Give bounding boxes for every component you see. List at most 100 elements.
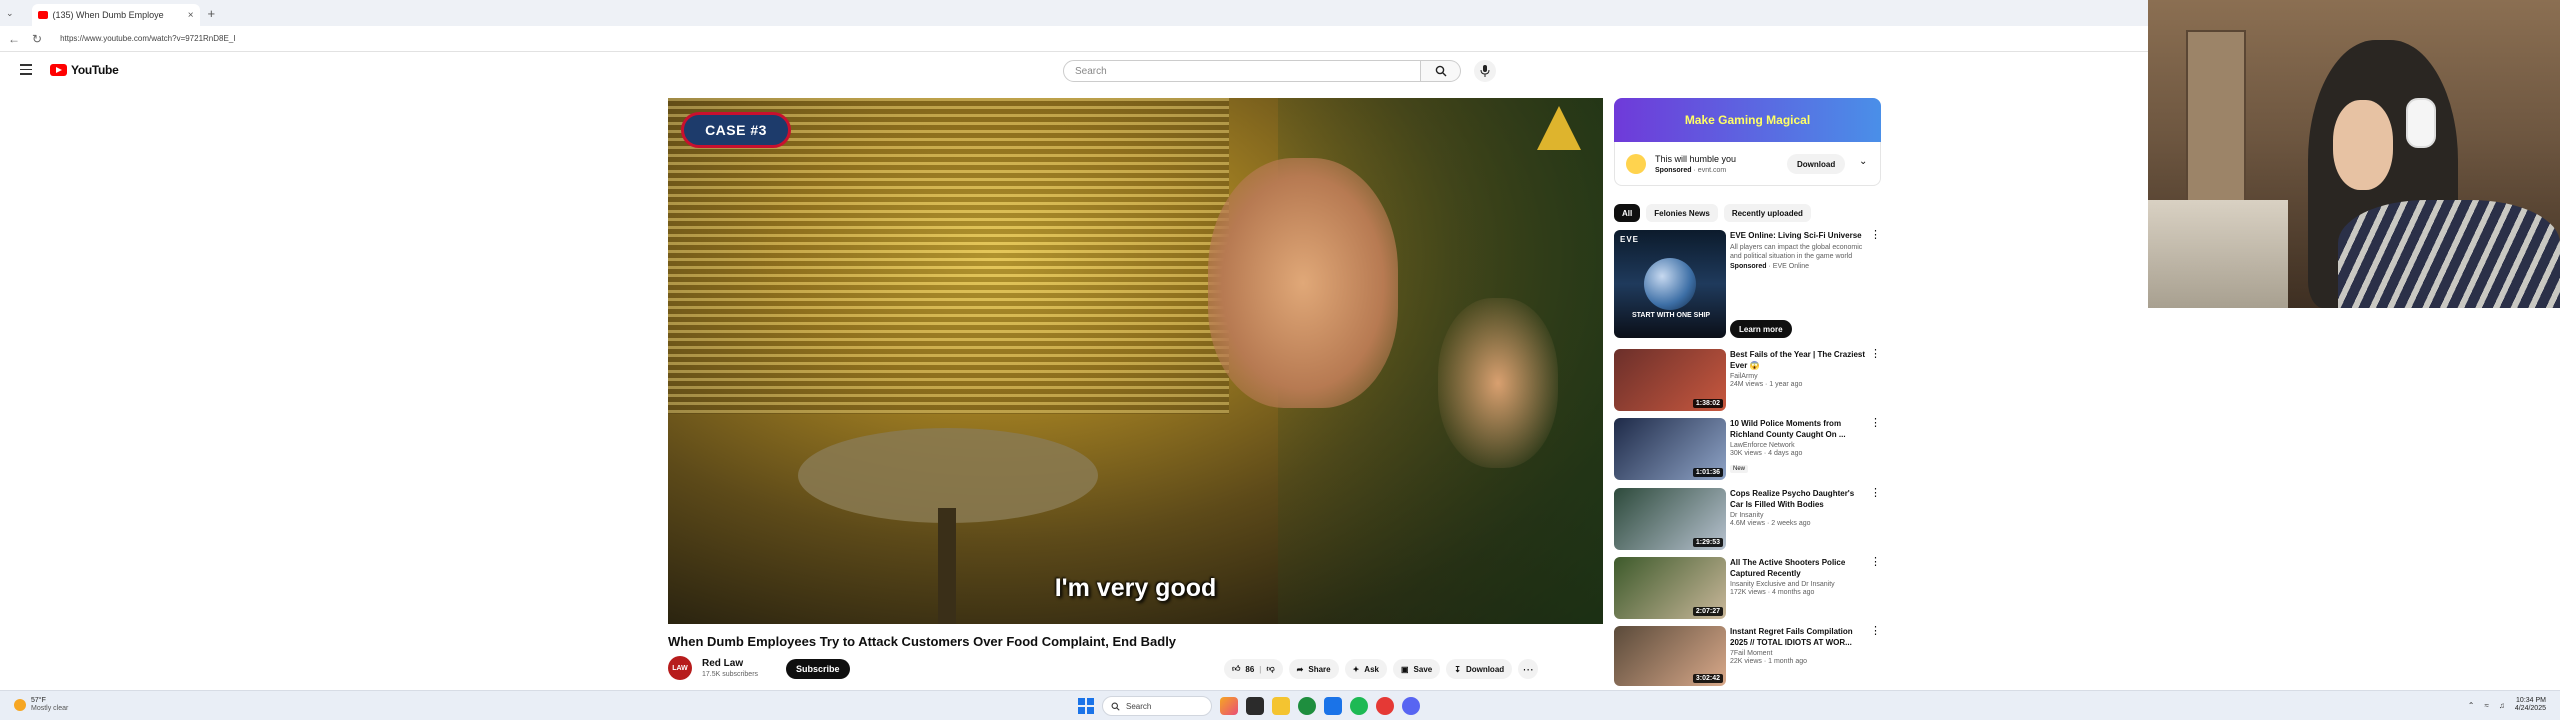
ad-domain: evnt.com	[1697, 167, 1727, 174]
kebab-menu-icon[interactable]: ⋮	[1870, 557, 1881, 568]
channel-name[interactable]: Red Law	[702, 658, 758, 669]
file-explorer-icon[interactable]	[1272, 697, 1290, 715]
new-tab-button[interactable]: +	[208, 6, 216, 21]
subscribe-button[interactable]: Subscribe	[786, 659, 850, 679]
widgets-app-icon[interactable]	[1220, 697, 1238, 715]
like-button[interactable]: 👍︎ 86 | 👎︎	[1224, 659, 1283, 679]
ad-download-button[interactable]: Download	[1787, 154, 1846, 174]
new-badge: New	[1730, 465, 1749, 473]
ad-title: This will humble you	[1655, 154, 1737, 164]
url-field[interactable]: https://www.youtube.com/watch?v=9721RnD8…	[60, 34, 235, 43]
kebab-menu-icon[interactable]: ⋮	[1870, 349, 1881, 360]
kebab-menu-icon[interactable]: ⋮	[1870, 488, 1881, 499]
promo-thumbnail[interactable]: EVE START WITH ONE SHIP	[1614, 230, 1726, 338]
recommendation-channel[interactable]: Insanity Exclusive and Dr Insanity	[1730, 581, 1868, 588]
filter-chips: All Felonies News Recently uploaded	[1614, 204, 1811, 222]
chevron-up-icon[interactable]: ⌃	[2468, 701, 2475, 710]
recommendation-item[interactable]: 1:38:02 Best Fails of the Year | The Cra…	[1614, 349, 1881, 413]
chip-felonies-news[interactable]: Felonies News	[1646, 204, 1718, 222]
youtube-logo[interactable]: YouTube	[50, 63, 119, 77]
recommendation-title[interactable]: Best Fails of the Year | The Craziest Ev…	[1730, 349, 1868, 371]
recommendation-title[interactable]: 10 Wild Police Moments from Richland Cou…	[1730, 418, 1868, 440]
browser-tab-bar: ⌄ (135) When Dumb Employe × +	[0, 0, 2148, 26]
video-thumbnail[interactable]: 3:02:42	[1614, 626, 1726, 686]
task-view-icon[interactable]	[1246, 697, 1264, 715]
video-thumbnail[interactable]: 1:01:36	[1614, 418, 1726, 480]
recommendation-title[interactable]: All The Active Shooters Police Captured …	[1730, 557, 1868, 579]
wifi-icon[interactable]: ≈	[2484, 701, 2488, 710]
dislike-button[interactable]: 👎︎	[1267, 664, 1275, 674]
weather-widget[interactable]: 57°F Mostly clear	[14, 697, 68, 713]
video-thumbnail[interactable]: 1:29:53	[1614, 488, 1726, 550]
promo-sponsored-label: Sponsored	[1730, 263, 1767, 270]
recommendation-channel[interactable]: FailArmy	[1730, 373, 1868, 380]
chip-all[interactable]: All	[1614, 204, 1641, 222]
promo-sponsor-line: Sponsored · EVE Online	[1730, 263, 1809, 270]
like-divider: |	[1259, 664, 1262, 674]
ad-card[interactable]: This will humble you Sponsored · evnt.co…	[1614, 142, 1881, 186]
video-frame-hand-secondary	[1438, 298, 1558, 468]
video-thumbnail[interactable]: 2:07:27	[1614, 557, 1726, 619]
subscriber-count: 17.5K subscribers	[702, 671, 759, 678]
video-duration: 1:29:53	[1692, 538, 1723, 547]
kebab-menu-icon[interactable]: ⋮	[1870, 626, 1881, 637]
recommendation-meta: 24M views · 1 year ago	[1730, 381, 1803, 388]
promoted-video[interactable]: EVE START WITH ONE SHIP EVE Online: Livi…	[1614, 230, 1881, 342]
chip-recently-uploaded[interactable]: Recently uploaded	[1723, 204, 1811, 222]
taskbar-search-label: Search	[1126, 701, 1152, 711]
channel-owner: LAW Red Law 17.5K subscribers	[668, 656, 758, 680]
voice-search-button[interactable]	[1474, 60, 1496, 82]
more-actions-button[interactable]: ⋯	[1518, 659, 1539, 679]
playlist-save-icon: ▣	[1400, 664, 1409, 674]
search-input[interactable]: Search	[1063, 60, 1421, 82]
taskbar-search[interactable]: Search	[1102, 696, 1212, 716]
windows-start-icon[interactable]	[1078, 698, 1094, 714]
download-button[interactable]: ↧ Download	[1446, 659, 1513, 679]
sparkle-icon: ✦	[1352, 664, 1360, 674]
kebab-menu-icon[interactable]: ⋮	[1870, 418, 1881, 429]
case-number-badge: CASE #3	[681, 112, 791, 148]
kebab-menu-icon[interactable]: ⋮	[1870, 230, 1881, 241]
recommendation-channel[interactable]: LawEnforce Network	[1730, 442, 1868, 449]
video-player[interactable]: CASE #3 I'm very good	[668, 98, 1603, 624]
reload-icon[interactable]: ↻	[32, 32, 42, 46]
browser-tab-active[interactable]: (135) When Dumb Employe ×	[31, 4, 200, 26]
thumbs-up-icon: 👍︎	[1232, 664, 1241, 673]
learn-more-button[interactable]: Learn more	[1730, 320, 1792, 338]
promo-thumb-logo: EVE	[1620, 235, 1640, 244]
recommendation-title[interactable]: Instant Regret Fails Compilation 2025 //…	[1730, 626, 1868, 648]
chevron-down-icon[interactable]: ⌄	[1859, 156, 1867, 167]
download-label: Download	[1465, 664, 1505, 674]
search-button[interactable]	[1421, 60, 1461, 82]
microphone-icon	[1480, 65, 1490, 77]
system-clock[interactable]: 10:34 PM 4/24/2025	[2515, 697, 2546, 713]
speaker-icon[interactable]: ♫	[2499, 701, 2505, 710]
recommendation-item[interactable]: 2:07:27 All The Active Shooters Police C…	[1614, 557, 1881, 621]
ad-banner[interactable]: Make Gaming Magical	[1614, 98, 1881, 142]
video-thumbnail[interactable]: 1:38:02	[1614, 349, 1726, 411]
address-bar: ← ↻ https://www.youtube.com/watch?v=9721…	[0, 26, 2148, 52]
recommendation-title[interactable]: Cops Realize Psycho Daughter's Car Is Fi…	[1730, 488, 1868, 510]
recommendation-item[interactable]: 1:01:36 10 Wild Police Moments from Rich…	[1614, 418, 1881, 482]
share-button[interactable]: ➦ Share	[1288, 659, 1339, 679]
ad-sponsor-line: Sponsored · evnt.com	[1655, 167, 1727, 174]
channel-avatar[interactable]: LAW	[668, 656, 692, 680]
promo-title[interactable]: EVE Online: Living Sci-Fi Universe	[1730, 230, 1868, 241]
save-button[interactable]: ▣ Save	[1392, 659, 1441, 679]
windows-taskbar: 57°F Mostly clear Search ⌃ ≈ ♫ 10:34 PM …	[0, 690, 2560, 720]
store-app-icon[interactable]	[1324, 697, 1342, 715]
hamburger-menu-icon[interactable]	[20, 64, 32, 76]
chrome-browser-icon[interactable]	[1298, 697, 1316, 715]
tab-close-button[interactable]: ×	[188, 10, 194, 21]
recording-app-icon[interactable]	[1376, 697, 1394, 715]
tab-list-dropdown[interactable]: ⌄	[6, 8, 14, 19]
recommendation-channel[interactable]: 7Fail Moment	[1730, 650, 1868, 657]
back-arrow-icon[interactable]: ←	[8, 32, 20, 46]
ask-button[interactable]: ✦ Ask	[1344, 659, 1387, 679]
recommendation-item[interactable]: 1:29:53 Cops Realize Psycho Daughter's C…	[1614, 488, 1881, 552]
spotify-icon[interactable]	[1350, 697, 1368, 715]
system-tray: ⌃ ≈ ♫ 10:34 PM 4/24/2025	[2468, 697, 2546, 713]
discord-icon[interactable]	[1402, 697, 1420, 715]
recommendation-item[interactable]: 3:02:42 Instant Regret Fails Compilation…	[1614, 626, 1881, 688]
recommendation-channel[interactable]: Dr Insanity	[1730, 512, 1868, 519]
